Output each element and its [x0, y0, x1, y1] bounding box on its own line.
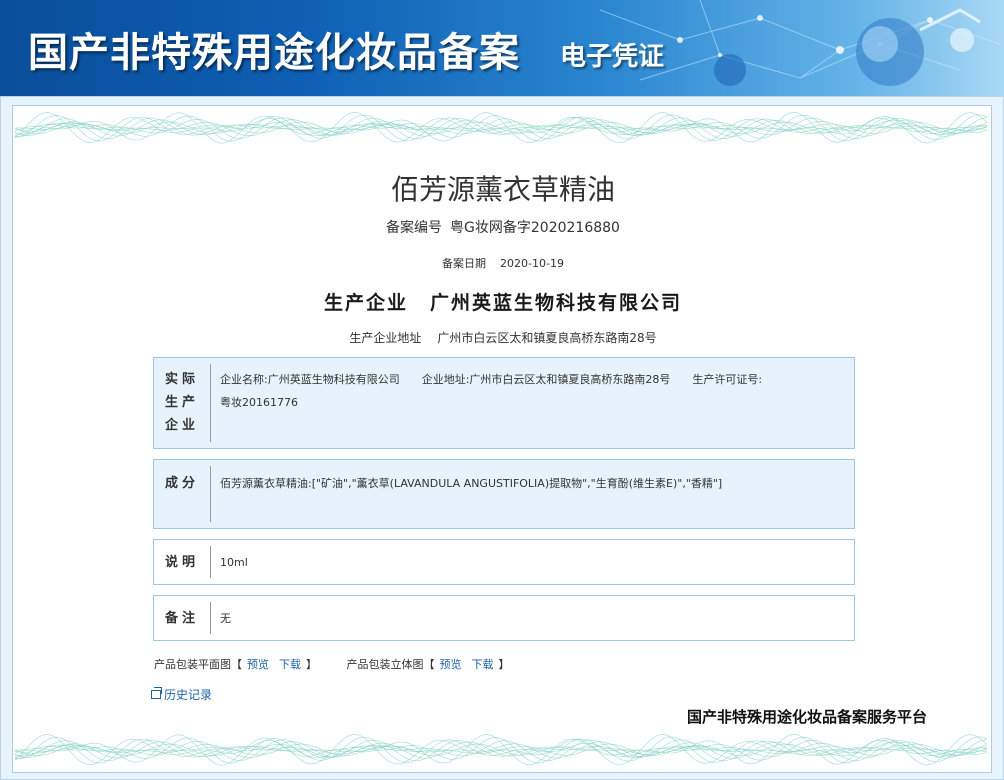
- packaging-flat-label: 产品包装平面图: [154, 658, 231, 671]
- bracket-open: 【: [231, 658, 242, 671]
- packaging-flat-download-link[interactable]: 下载: [279, 658, 301, 671]
- remarks-value: 无: [220, 612, 231, 625]
- new-window-icon: [151, 687, 162, 699]
- guilloche-border-bottom: [15, 734, 988, 766]
- history-link[interactable]: 历史记录: [151, 686, 212, 703]
- actual-producer-license-value: 粤妆20161776: [220, 396, 298, 409]
- actual-producer-label-line: 实际: [164, 372, 199, 387]
- record-date-value: 2020-10-19: [500, 257, 564, 270]
- actual-producer-box: 实际 生产 企业 企业名称:广州英蓝生物科技有限公司 企业地址:广州市白云区太和镇…: [153, 357, 855, 449]
- actual-producer-label-line: 生产: [164, 395, 199, 410]
- packaging-stereo-preview-link[interactable]: 预览: [440, 658, 462, 671]
- bracket-open: 【: [423, 658, 435, 671]
- ingredients-box: 成分 佰芳源薰衣草精油:["矿油","薰衣草(LAVANDULA ANGUSTI…: [153, 459, 855, 529]
- ingredients-value: 佰芳源薰衣草精油:["矿油","薰衣草(LAVANDULA ANGUSTIFOL…: [220, 477, 723, 490]
- remarks-label: 备注: [164, 611, 199, 626]
- producer-address-value: 广州市白云区太和镇夏良高桥东路南28号: [437, 331, 657, 345]
- guilloche-border-top: [15, 112, 988, 144]
- record-date-line: 备案日期 2020-10-19: [13, 255, 993, 271]
- description-value: 10ml: [220, 556, 248, 569]
- certificate: 佰芳源薰衣草精油 备案编号 粤G妆网备字2020216880 备案日期 2020-1…: [12, 105, 992, 773]
- header-banner: 国产非特殊用途化妆品备案 电子凭证: [0, 0, 1004, 96]
- actual-producer-name: 企业名称:广州英蓝生物科技有限公司: [220, 373, 400, 386]
- packaging-flat-preview-link[interactable]: 预览: [247, 658, 269, 671]
- record-number-value: 粤G妆网备字2020216880: [450, 220, 620, 236]
- producer-address-label: 生产企业地址: [349, 331, 422, 345]
- ingredients-label: 成分: [164, 476, 199, 491]
- product-name: 佰芳源薰衣草精油: [390, 173, 615, 206]
- platform-name: 国产非特殊用途化妆品备案服务平台: [687, 708, 928, 726]
- label-divider: [210, 466, 211, 522]
- producer-label: 生产企业: [323, 292, 408, 314]
- actual-producer-address: 企业地址:广州市白云区太和镇夏良高桥东路南28号: [421, 373, 671, 386]
- packaging-stereo-group: 产品包装立体图【 预览 下载】: [347, 658, 510, 671]
- bracket-close: 】: [498, 658, 510, 671]
- actual-producer-content: 企业名称:广州英蓝生物科技有限公司 企业地址:广州市白云区太和镇夏良高桥东路南28…: [220, 368, 842, 414]
- label-divider: [210, 602, 211, 634]
- record-number-label: 备案编号: [386, 220, 443, 236]
- banner-subtitle: 电子凭证: [560, 42, 665, 72]
- history-link-label: 历史记录: [164, 688, 213, 702]
- producer-address-line: 生产企业地址 广州市白云区太和镇夏良高桥东路南28号: [13, 329, 993, 346]
- actual-producer-label: 实际 生产 企业: [154, 368, 210, 437]
- record-date-label: 备案日期: [442, 257, 487, 270]
- remarks-box: 备注 无: [153, 595, 855, 641]
- producer-line: 生产企业 广州英蓝生物科技有限公司: [13, 288, 993, 315]
- packaging-stereo-download-link[interactable]: 下载: [472, 658, 494, 671]
- producer-value: 广州英蓝生物科技有限公司: [430, 292, 683, 314]
- banner-title: 国产非特殊用途化妆品备案: [28, 29, 520, 76]
- record-number-line: 备案编号 粤G妆网备字2020216880: [13, 217, 993, 237]
- label-divider: [210, 364, 211, 442]
- actual-producer-label-line: 企业: [164, 418, 199, 433]
- description-box: 说明 10ml: [153, 539, 855, 585]
- label-divider: [210, 546, 211, 578]
- certificate-frame: 佰芳源薰衣草精油 备案编号 粤G妆网备字2020216880 备案日期 2020-1…: [0, 96, 1004, 780]
- packaging-stereo-label: 产品包装立体图: [346, 658, 424, 671]
- description-label: 说明: [164, 555, 199, 570]
- packaging-flat-group: 产品包装平面图【 预览 下载】: [154, 658, 321, 671]
- packaging-links-row: 产品包装平面图【 预览 下载】 产品包装立体图【 预览 下载】: [154, 656, 536, 672]
- bracket-close: 】: [306, 658, 317, 671]
- actual-producer-license-label: 生产许可证号:: [692, 373, 763, 386]
